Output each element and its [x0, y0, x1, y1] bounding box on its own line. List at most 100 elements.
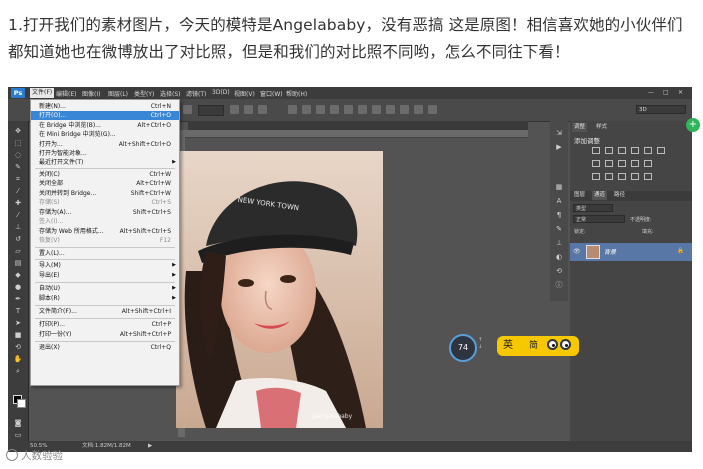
paragraph-panel-icon[interactable]: ¶: [554, 211, 564, 219]
background-color[interactable]: [17, 399, 26, 408]
menu-item-save[interactable]: 存储(S) Ctrl+S: [31, 198, 179, 207]
menu-item-save-for-web[interactable]: 存储为 Web 所用格式... Alt+Shift+Ctrl+S: [31, 227, 179, 236]
posterize-icon[interactable]: [605, 173, 613, 180]
stamp-tool-icon[interactable]: ⊥: [13, 223, 23, 231]
info-panel-icon[interactable]: ⓘ: [554, 281, 564, 289]
menu-item-automate[interactable]: 自动(U) ▶: [31, 284, 179, 293]
brush-panel-icon[interactable]: ✎: [554, 225, 564, 233]
dodge-tool-icon[interactable]: ●: [13, 283, 23, 291]
blend-mode-select[interactable]: 正常: [573, 215, 625, 223]
option-icon[interactable]: [244, 105, 253, 114]
hue-saturation-icon[interactable]: [657, 147, 665, 154]
3d-panel-icon[interactable]: ⟲: [554, 267, 564, 275]
menu-item-save-as[interactable]: 存储为(A)... Shift+Ctrl+S: [31, 208, 179, 217]
quick-mask-icon[interactable]: ◙: [13, 419, 23, 427]
gradient-tool-icon[interactable]: ▤: [13, 259, 23, 267]
tab-channels[interactable]: 通道: [592, 191, 608, 200]
menu-item-print-one-copy[interactable]: 打印一份(Y) Alt+Shift+Ctrl+P: [31, 330, 179, 339]
option-icon[interactable]: [358, 105, 367, 114]
status-arrow-icon[interactable]: ▶: [148, 441, 152, 452]
tab-layers[interactable]: 图层: [572, 191, 587, 200]
option-icon[interactable]: [316, 105, 325, 114]
option-icon[interactable]: [230, 105, 239, 114]
menu-item-close[interactable]: 关闭(C) Ctrl+W: [31, 170, 179, 179]
option-icon[interactable]: [330, 105, 339, 114]
layer-kind-filter[interactable]: 类型: [573, 204, 613, 212]
menu-3d[interactable]: 3D(D): [212, 89, 230, 96]
eyedropper-tool-icon[interactable]: ⁄: [13, 187, 23, 195]
tab-styles[interactable]: 样式: [594, 123, 609, 132]
black-white-icon[interactable]: [605, 160, 613, 167]
menu-layer[interactable]: 图层(L): [108, 89, 128, 98]
color-panel-icon[interactable]: ▦: [554, 183, 564, 191]
option-icon[interactable]: [428, 105, 437, 114]
menu-edit[interactable]: 编辑(E): [56, 89, 76, 98]
tab-paths[interactable]: 路径: [612, 191, 627, 200]
invert-icon[interactable]: [592, 173, 600, 180]
history-panel-icon[interactable]: ⇲: [554, 129, 564, 137]
menu-window[interactable]: 窗口(W): [260, 89, 283, 98]
shape-tool-icon[interactable]: ■: [13, 331, 23, 339]
hand-tool-icon[interactable]: ✋: [13, 355, 23, 363]
threshold-icon[interactable]: [618, 173, 626, 180]
menu-item-scripts[interactable]: 脚本(R) ▶: [31, 294, 179, 303]
vibrance-icon[interactable]: [644, 147, 652, 154]
close-icon[interactable]: ✕: [678, 89, 683, 96]
menu-item-open-smart-object[interactable]: 打开为智能对象...: [31, 149, 179, 158]
ime-toolbar[interactable]: 英 简: [497, 336, 579, 356]
path-select-tool-icon[interactable]: ➤: [13, 319, 23, 327]
layer-row-background[interactable]: 👁 背景 🔒: [570, 243, 692, 261]
option-icon[interactable]: [183, 105, 192, 114]
brush-tool-icon[interactable]: ⁄: [13, 211, 23, 219]
visibility-eye-icon[interactable]: 👁: [573, 248, 581, 255]
document-tab[interactable]: [188, 121, 528, 130]
menu-item-exit[interactable]: 退出(X) Ctrl+Q: [31, 343, 179, 352]
healing-tool-icon[interactable]: ✚: [13, 199, 23, 207]
lasso-tool-icon[interactable]: ◌: [13, 151, 23, 159]
quick-select-tool-icon[interactable]: ✎: [13, 163, 23, 171]
option-icon[interactable]: [344, 105, 353, 114]
menu-item-file-info[interactable]: 文件简介(F)... Alt+Shift+Ctrl+I: [31, 307, 179, 316]
menu-item-place[interactable]: 置入(L)...: [31, 249, 179, 258]
menu-item-export[interactable]: 导出(E) ▶: [31, 271, 179, 280]
menu-item-open-as[interactable]: 打开为... Alt+Shift+Ctrl+O: [31, 140, 179, 149]
option-icon[interactable]: [400, 105, 409, 114]
play-action-icon[interactable]: ▶: [554, 143, 564, 151]
menu-item-revert[interactable]: 恢复(V) F12: [31, 236, 179, 245]
eraser-tool-icon[interactable]: ▱: [13, 247, 23, 255]
photo-filter-icon[interactable]: [618, 160, 626, 167]
character-panel-icon[interactable]: A: [554, 197, 564, 205]
screen-mode-icon[interactable]: ▭: [13, 431, 23, 439]
color-lookup-icon[interactable]: [644, 160, 652, 167]
menu-view[interactable]: 视图(V): [234, 89, 255, 98]
menu-filter[interactable]: 滤镜(T): [186, 89, 206, 98]
channel-mixer-icon[interactable]: [631, 160, 639, 167]
maximize-icon[interactable]: □: [663, 89, 669, 96]
menu-type[interactable]: 类型(Y): [134, 89, 154, 98]
gradient-map-icon[interactable]: [631, 173, 639, 180]
crop-tool-icon[interactable]: ⌗: [13, 175, 23, 183]
menu-image[interactable]: 图像(I): [82, 89, 100, 98]
levels-icon[interactable]: [605, 147, 613, 154]
option-icon[interactable]: [414, 105, 423, 114]
option-icon[interactable]: [302, 105, 311, 114]
menu-item-new[interactable]: 新建(N)... Ctrl+N: [31, 102, 179, 111]
move-tool-icon[interactable]: ✥: [13, 127, 23, 135]
menu-item-open[interactable]: 打开(O)... Ctrl+O: [31, 111, 179, 120]
menu-item-close-go-bridge[interactable]: 关闭并转到 Bridge... Shift+Ctrl+W: [31, 189, 179, 198]
type-tool-icon[interactable]: T: [13, 307, 23, 315]
ime-simplified-toggle[interactable]: 简: [529, 336, 538, 356]
color-balance-icon[interactable]: [592, 160, 600, 167]
menu-item-import[interactable]: 导入(M) ▶: [31, 261, 179, 270]
option-icon[interactable]: [288, 105, 297, 114]
workspace-select[interactable]: 3D: [636, 105, 686, 114]
selective-color-icon[interactable]: [644, 173, 652, 180]
blur-tool-icon[interactable]: ◆: [13, 271, 23, 279]
marquee-tool-icon[interactable]: ⬚: [13, 139, 23, 147]
menu-item-browse-mini-bridge[interactable]: 在 Mini Bridge 中浏览(G)...: [31, 130, 179, 139]
plus-icon[interactable]: +: [686, 118, 700, 132]
menu-help[interactable]: 帮助(H): [286, 89, 307, 98]
curves-icon[interactable]: [618, 147, 626, 154]
menu-select[interactable]: 选择(S): [160, 89, 181, 98]
option-icon[interactable]: [372, 105, 381, 114]
